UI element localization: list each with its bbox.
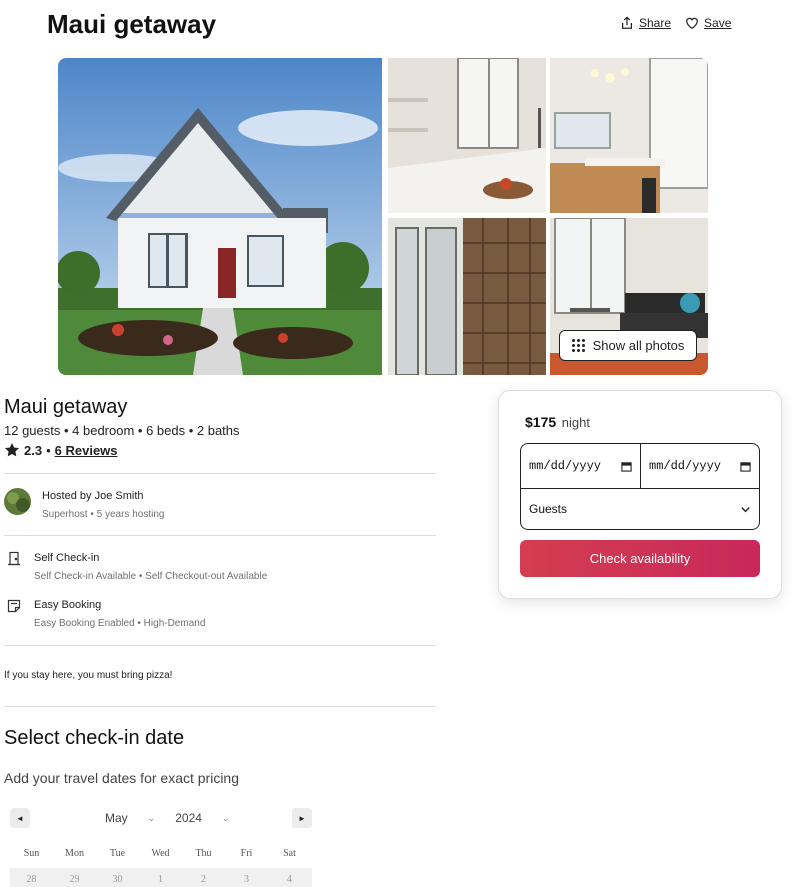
calendar-icon <box>621 461 632 472</box>
divider <box>4 645 436 646</box>
year-select[interactable]: 2024 ⌄ <box>175 811 229 825</box>
photo-shingle-wall[interactable] <box>388 218 546 375</box>
next-month-button[interactable]: ► <box>292 808 312 828</box>
feature-subtitle: Easy Booking Enabled • High-Demand <box>34 618 206 629</box>
share-button[interactable]: Share <box>620 16 671 30</box>
price-value: $175 <box>525 414 557 430</box>
host-subtitle: Superhost • 5 years hosting <box>42 509 165 520</box>
host-name: Hosted by Joe Smith <box>42 490 144 502</box>
calendar-day[interactable]: 4 <box>268 868 311 887</box>
save-button[interactable]: Save <box>685 16 731 30</box>
feature-subtitle: Self Check-in Available • Self Checkout-… <box>34 571 268 582</box>
calendar-icon <box>740 461 751 472</box>
photo-gallery <box>58 58 708 375</box>
grid-dots-icon <box>571 339 585 352</box>
share-label: Share <box>639 16 672 30</box>
calendar-day[interactable]: 3 <box>225 868 268 887</box>
price-unit: night <box>561 415 590 430</box>
calendar-day[interactable]: 30 <box>96 868 139 887</box>
calendar-day[interactable]: 1 <box>139 868 182 887</box>
guests-value: Guests <box>529 502 568 516</box>
host-info: Hosted by Joe Smith Superhost • 5 years … <box>4 488 164 520</box>
weekday-row: Sun Mon Tue Wed Thu Fri Sat <box>10 840 312 868</box>
calendar: ◄ May ⌄ 2024 ⌄ ► Sun Mon Tue Wed Thu Fri… <box>10 804 312 887</box>
listing-name: Maui getaway <box>4 396 128 418</box>
feature-self-checkin: Self Check-in Self Check-in Available • … <box>6 550 267 582</box>
calendar-day[interactable]: 28 <box>10 868 53 887</box>
avatar[interactable] <box>4 488 31 515</box>
listing-summary: Maui getaway 12 guests • 4 bedroom • 6 b… <box>4 396 436 458</box>
weekday-label: Sat <box>283 848 296 859</box>
chevron-down-icon: ⌄ <box>221 812 230 823</box>
reviews-link[interactable]: 6 Reviews <box>55 443 118 458</box>
calendar-week-row: 28 29 30 1 2 3 4 <box>10 868 312 887</box>
weekday-label: Mon <box>65 848 84 859</box>
feature-title: Self Check-in <box>34 552 100 564</box>
show-all-photos-button[interactable]: Show all photos <box>559 330 697 361</box>
month-value: May <box>105 811 128 825</box>
rating-separator: • <box>46 442 51 458</box>
weekday-label: Wed <box>151 848 170 859</box>
year-value: 2024 <box>175 811 202 825</box>
checkin-section-title: Select check-in date <box>4 727 185 749</box>
listing-description: If you stay here, you must bring pizza! <box>4 670 173 681</box>
top-actions: Share Save <box>620 16 731 30</box>
divider <box>4 706 436 707</box>
photo-kitchen-island[interactable] <box>550 58 708 213</box>
photo-kitchen-counter[interactable] <box>388 58 546 213</box>
rating-value: 2.3 <box>24 442 43 458</box>
feature-title: Easy Booking <box>34 599 102 611</box>
page-title: Maui getaway <box>47 9 217 39</box>
price-row: $175 night <box>525 414 590 430</box>
checkin-section-subtitle: Add your travel dates for exact pricing <box>4 770 240 786</box>
photo-house-exterior[interactable] <box>58 58 382 375</box>
weekday-label: Sun <box>23 848 40 859</box>
divider <box>4 535 436 536</box>
rating-row: 2.3 • 6 Reviews <box>4 442 436 458</box>
check-availability-button[interactable]: Check availability <box>520 540 760 577</box>
chevron-down-icon <box>741 506 750 512</box>
note-icon <box>7 599 21 613</box>
checkout-date-input[interactable]: mm/dd/yyyy <box>640 443 760 489</box>
show-all-photos-label: Show all photos <box>592 338 685 353</box>
calendar-day[interactable]: 29 <box>53 868 96 887</box>
share-icon <box>622 16 632 29</box>
month-select[interactable]: May ⌄ <box>105 811 155 825</box>
weekday-label: Thu <box>195 848 212 859</box>
heart-icon <box>686 17 698 29</box>
calendar-day[interactable]: 2 <box>182 868 225 887</box>
weekday-label: Tue <box>109 848 126 859</box>
star-icon <box>5 443 19 457</box>
door-icon <box>8 551 20 566</box>
checkin-date-value: mm/dd/yyyy <box>529 459 602 473</box>
guests-select[interactable]: Guests <box>520 488 760 530</box>
listing-specs: 12 guests • 4 bedroom • 6 beds • 2 baths <box>4 423 240 438</box>
save-label: Save <box>704 16 732 30</box>
weekday-label: Fri <box>240 848 253 859</box>
feature-easy-booking: Easy Booking Easy Booking Enabled • High… <box>6 597 205 629</box>
calendar-header: ◄ May ⌄ 2024 ⌄ ► <box>10 804 312 832</box>
checkout-date-value: mm/dd/yyyy <box>649 459 722 473</box>
chevron-down-icon: ⌄ <box>147 812 156 823</box>
booking-card: $175 night mm/dd/yyyy mm/dd/yyyy Guests … <box>498 390 782 599</box>
prev-month-button[interactable]: ◄ <box>10 808 30 828</box>
checkin-date-input[interactable]: mm/dd/yyyy <box>520 443 641 489</box>
divider <box>4 473 436 474</box>
